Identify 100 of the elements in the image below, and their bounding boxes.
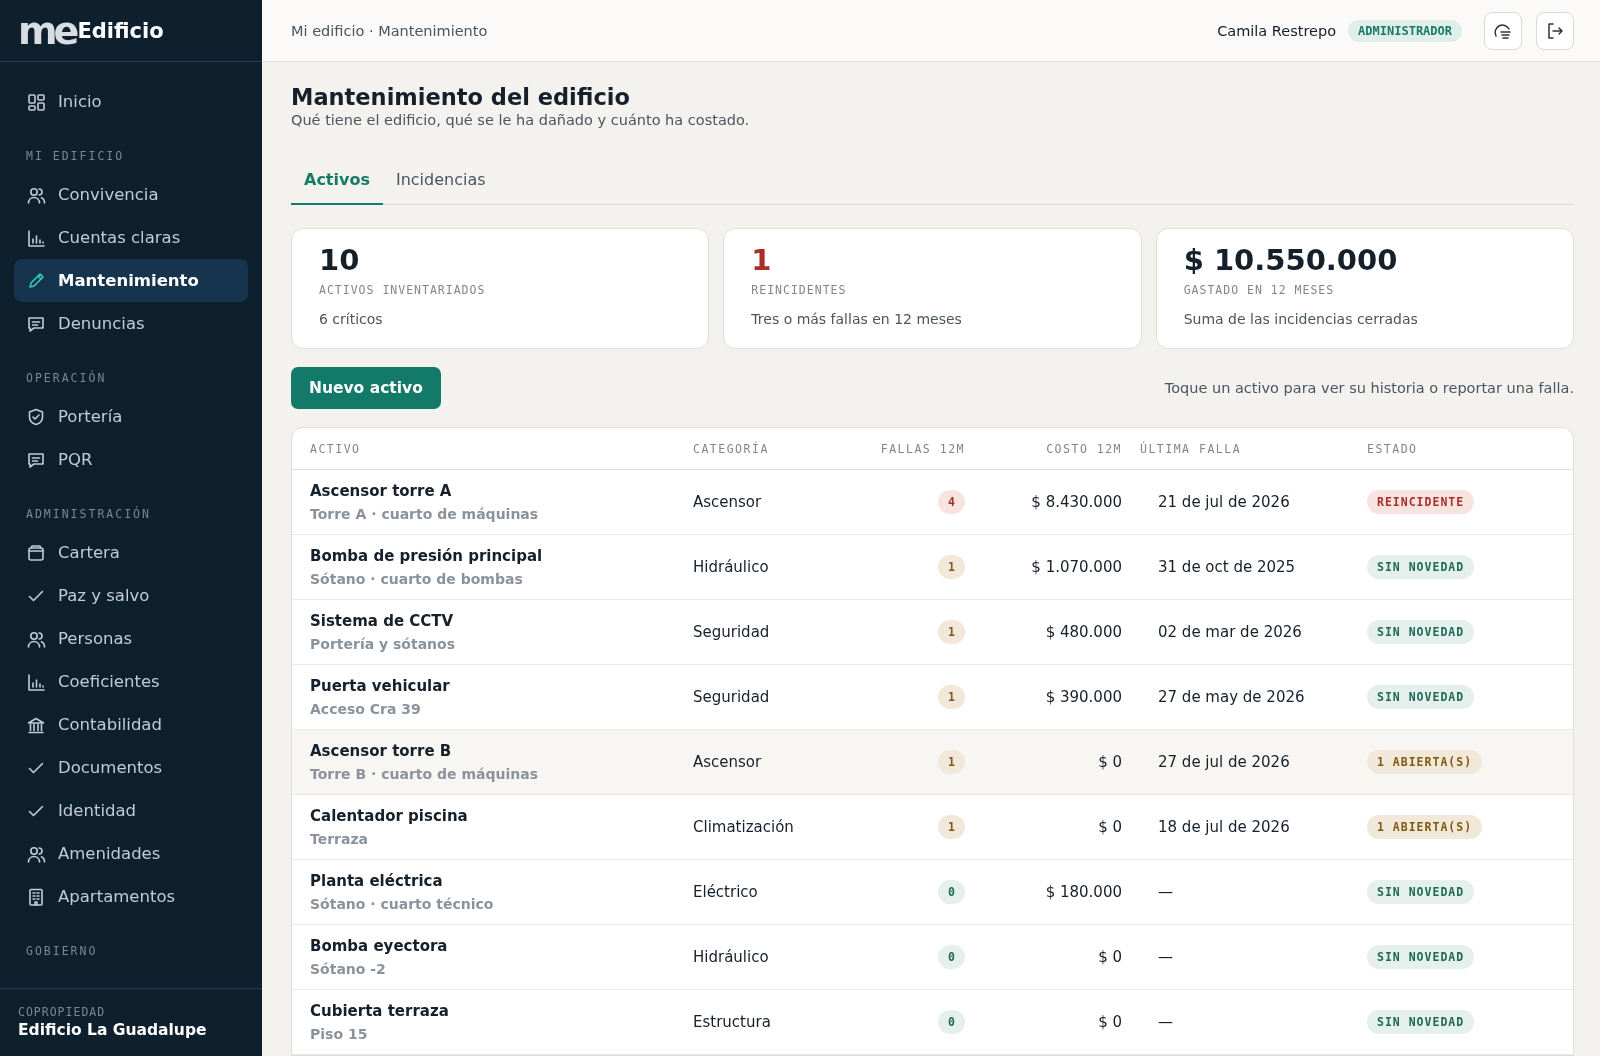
category-text: Estructura: [693, 1013, 771, 1031]
asset-name: Planta eléctrica: [310, 872, 444, 890]
failure-count-badge: 0: [938, 1010, 965, 1034]
property-name: Edificio La Guadalupe: [18, 1021, 208, 1039]
asset-name: Cubierta terraza: [310, 1002, 450, 1020]
cost-text: $ 0: [1098, 818, 1122, 836]
category-text: Seguridad: [693, 623, 770, 641]
page-title: Mantenimiento del edificio: [291, 84, 631, 110]
sidebar-item[interactable]: Identidad: [14, 789, 248, 832]
table-row[interactable]: Ascensor torre A Torre A · cuarto de máquinas Ascensor 4 $ 8.430.000 21 de jul de 2026 REINCIDENTE: [292, 470, 1573, 535]
asset-name: Bomba de presión principal: [310, 547, 544, 565]
theme-button[interactable]: [1484, 11, 1522, 50]
sidebar-item[interactable]: Convivencia: [14, 173, 248, 216]
table-row[interactable]: Bomba eyectora Sótano -2 Hidráulico 0 $ 0 — SIN NOVEDAD: [292, 925, 1573, 990]
date-text: 31 de oct de 2025: [1158, 558, 1296, 576]
metric-label: REINCIDENTES: [751, 283, 848, 297]
pen-icon: [26, 270, 46, 291]
metric-value: 1: [751, 243, 773, 277]
table-row[interactable]: Sistema de CCTV Portería y sótanos Seguridad 1 $ 480.000 02 de mar de 2026 SIN NOVEDAD: [292, 600, 1573, 665]
sidebar-item[interactable]: PQR: [14, 438, 248, 481]
asset-location: Piso 15: [310, 1026, 369, 1042]
failure-count-badge: 1: [938, 555, 965, 579]
logout-button[interactable]: [1536, 11, 1574, 50]
asset-name: Calentador piscina: [310, 807, 469, 825]
metric-note: Tres o más fallas en 12 meses: [751, 311, 963, 327]
date-text: —: [1158, 1013, 1173, 1031]
table-row[interactable]: Ascensor torre B Torre B · cuarto de máquinas Ascensor 1 $ 0 27 de jul de 2026 1 ABIERTA(S): [292, 730, 1573, 795]
table-row[interactable]: Planta eléctrica Sótano · cuarto técnico Eléctrico 0 $ 180.000 — SIN NOVEDAD: [292, 860, 1573, 925]
status-badge: REINCIDENTE: [1367, 490, 1475, 514]
sidebar-item[interactable]: Personas: [14, 617, 248, 660]
shield-check-icon: [26, 406, 46, 427]
cost-text: $ 8.430.000: [1031, 493, 1122, 511]
cost-text: $ 0: [1098, 948, 1122, 966]
breadcrumb: Mi edificio · Mantenimiento: [291, 22, 489, 39]
category-text: Ascensor: [693, 753, 762, 771]
status-badge: SIN NOVEDAD: [1367, 1010, 1475, 1034]
status-badge: SIN NOVEDAD: [1367, 620, 1475, 644]
failure-count-badge: 1: [938, 620, 965, 644]
logout-icon: [1545, 20, 1565, 41]
asset-location: Portería y sótanos: [310, 636, 456, 652]
sidebar-item[interactable]: Denuncias: [14, 302, 248, 345]
new-asset-button[interactable]: Nuevo activo: [291, 367, 441, 409]
asset-location: Terraza: [310, 831, 370, 847]
sidebar-item[interactable]: Apartamentos: [14, 875, 248, 918]
cost-text: $ 0: [1098, 753, 1122, 771]
asset-name: Ascensor torre B: [310, 742, 453, 760]
metric-label: ACTIVOS INVENTARIADOS: [319, 283, 487, 297]
sidebar-item[interactable]: Portería: [14, 395, 248, 438]
sidebar-item[interactable]: Contabilidad: [14, 703, 248, 746]
role-badge: ADMINISTRADOR: [1348, 19, 1462, 42]
wallet-icon: [26, 542, 46, 563]
status-badge: SIN NOVEDAD: [1367, 880, 1475, 904]
sidebar-item[interactable]: Coeficientes: [14, 660, 248, 703]
cost-text: $ 480.000: [1045, 623, 1122, 641]
asset-location: Torre A · cuarto de máquinas: [310, 506, 540, 522]
asset-location: Torre B · cuarto de máquinas: [310, 766, 539, 782]
date-text: —: [1158, 948, 1173, 966]
sidebar-item[interactable]: Paz y salvo: [14, 574, 248, 617]
section-heading: OPERACIÓN: [25, 369, 108, 387]
user-name: Camila Restrepo: [1217, 22, 1337, 39]
page-subtitle: Qué tiene el edificio, qué se le ha dañado y cuánto ha costado.: [291, 112, 751, 128]
column-header: COSTO 12M: [1045, 441, 1122, 456]
sidebar-item[interactable]: Cartera: [14, 531, 248, 574]
table-row[interactable]: Calentador piscina Terraza Climatización 1 $ 0 18 de jul de 2026 1 ABIERTA(S): [292, 795, 1573, 860]
column-header: ÚLTIMA FALLA: [1139, 441, 1243, 456]
status-badge: SIN NOVEDAD: [1367, 555, 1475, 579]
category-text: Climatización: [693, 818, 794, 836]
cost-text: $ 1.070.000: [1031, 558, 1122, 576]
category-text: Hidráulico: [693, 558, 769, 576]
column-header: FALLAS 12M: [879, 441, 965, 456]
column-header: ACTIVO: [309, 441, 362, 456]
logo-mark: me: [18, 11, 76, 50]
date-text: 18 de jul de 2026: [1158, 818, 1290, 836]
grid-icon: [26, 91, 46, 112]
status-badge: SIN NOVEDAD: [1367, 945, 1475, 969]
category-text: Eléctrico: [693, 883, 758, 901]
sidebar-item[interactable]: Inicio: [14, 80, 248, 123]
table-row[interactable]: Cubierta terraza Piso 15 Estructura 0 $ 0 — SIN NOVEDAD: [292, 990, 1573, 1055]
sidebar-item[interactable]: Documentos: [14, 746, 248, 789]
asset-location: Acceso Cra 39: [310, 701, 422, 717]
asset-location: Sótano · cuarto técnico: [310, 896, 495, 912]
metric-value: $ 10.550.000: [1183, 243, 1399, 277]
table-row[interactable]: Bomba de presión principal Sótano · cuarto de bombas Hidráulico 1 $ 1.070.000 31 de oct de 2025 SIN NOVEDAD: [292, 535, 1573, 600]
asset-name: Puerta vehicular: [310, 677, 451, 695]
building-icon: [26, 886, 46, 907]
sidebar-item[interactable]: Amenidades: [14, 832, 248, 875]
cost-text: $ 390.000: [1045, 688, 1122, 706]
tab[interactable]: Activos: [291, 158, 383, 205]
date-text: 21 de jul de 2026: [1158, 493, 1290, 511]
tab[interactable]: Incidencias: [382, 158, 499, 205]
failure-count-badge: 1: [938, 750, 965, 774]
metric-note: 6 críticos: [319, 311, 384, 327]
asset-name: Sistema de CCTV: [310, 612, 455, 630]
sidebar-item[interactable]: Mantenimiento: [14, 259, 248, 302]
failure-count-badge: 0: [938, 945, 965, 969]
section-heading: MI EDIFICIO: [25, 148, 126, 165]
date-text: 02 de mar de 2026: [1158, 623, 1302, 641]
sidebar-item[interactable]: Cuentas claras: [14, 216, 248, 259]
cost-text: $ 0: [1098, 1013, 1122, 1031]
hint-text: Toque un activo para ver su historia o reportar una falla.: [1164, 380, 1574, 396]
